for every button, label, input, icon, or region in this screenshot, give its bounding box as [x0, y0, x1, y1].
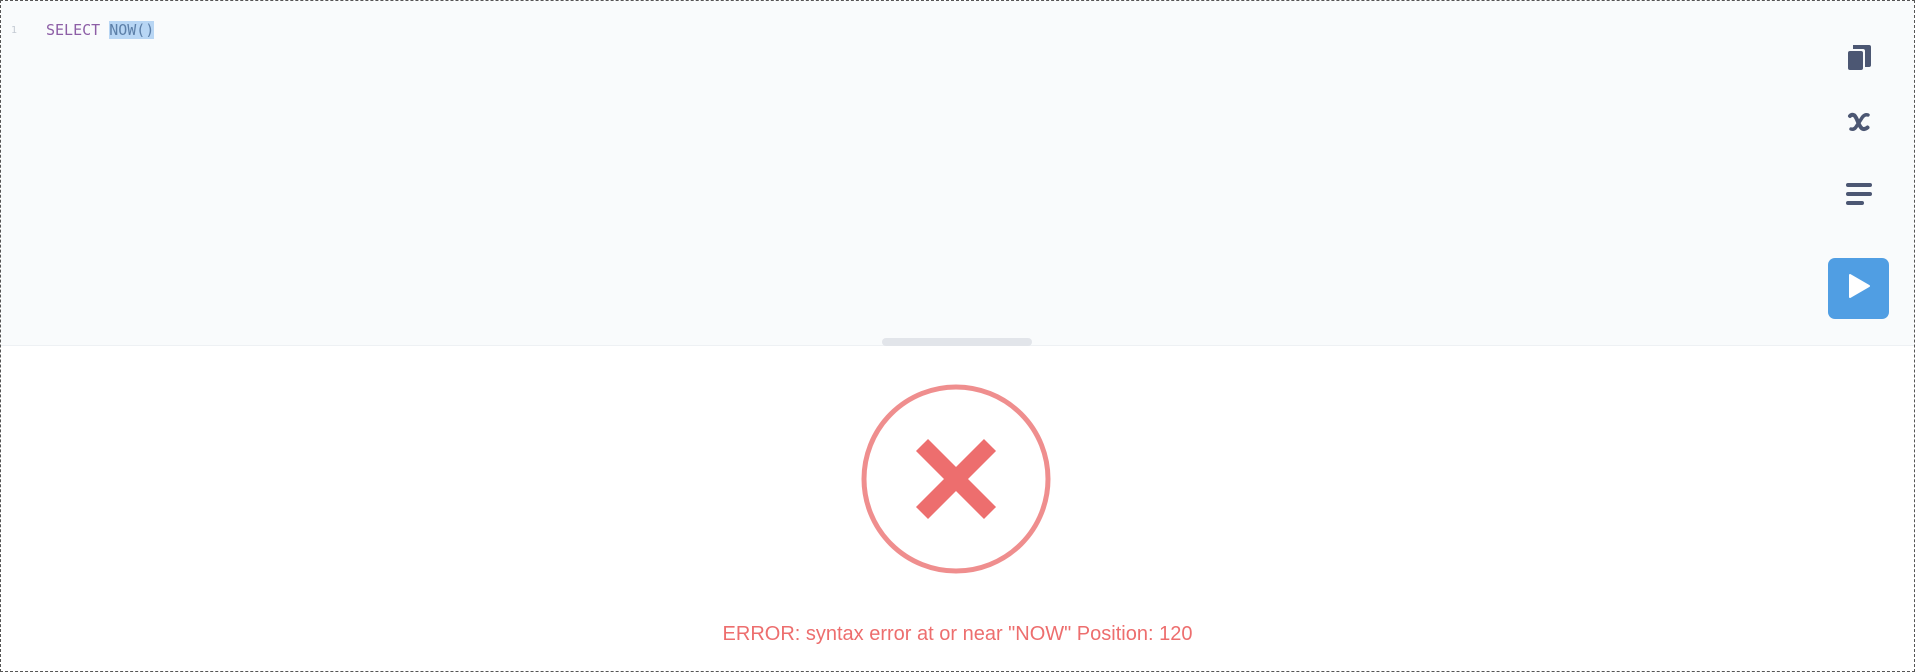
query-result-area: ERROR: syntax error at or near "NOW" Pos… [1, 346, 1914, 671]
play-icon [1847, 273, 1871, 304]
error-x-icon [861, 384, 1051, 574]
data-reference-button[interactable] [1839, 39, 1879, 79]
line-number: 1 [11, 24, 18, 36]
sql-editor[interactable]: 1 SELECT NOW() [1, 1, 1914, 346]
run-query-button[interactable] [1828, 258, 1889, 319]
editor-resize-handle[interactable] [882, 338, 1032, 346]
error-message: ERROR: syntax error at or near "NOW" Pos… [722, 623, 1193, 645]
variables-button[interactable] [1839, 104, 1879, 144]
native-query-editor-frame: 1 SELECT NOW() ERROR: syntax error at or… [0, 0, 1915, 672]
selected-function-call: NOW() [109, 21, 155, 39]
editor-sidebar-toolbar [1804, 1, 1914, 345]
snippets-button[interactable] [1839, 176, 1879, 216]
variables-icon [1843, 106, 1875, 143]
code-line[interactable]: 1 SELECT NOW() [1, 19, 155, 41]
sql-keyword: SELECT [46, 21, 101, 39]
snippets-icon [1844, 181, 1874, 212]
data-reference-icon [1844, 42, 1874, 77]
